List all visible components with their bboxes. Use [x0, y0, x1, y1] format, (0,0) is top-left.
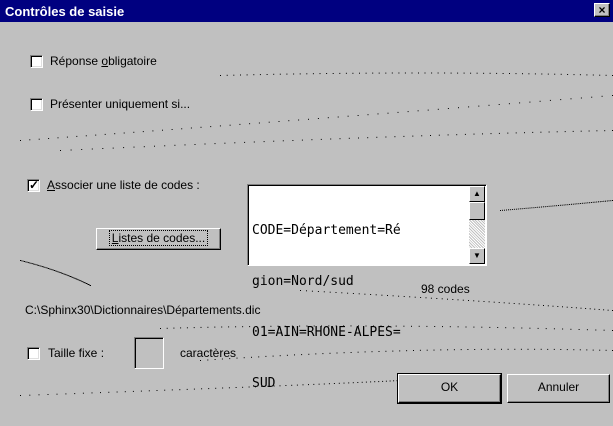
code-list-checkbox[interactable]: ✓ [27, 178, 40, 192]
close-icon: × [598, 3, 606, 17]
code-lists-button[interactable]: Listes de codes... [96, 228, 221, 250]
cancel-button[interactable]: Annuler [507, 374, 610, 403]
scroll-thumb[interactable] [469, 202, 485, 220]
checkmark-icon: ✓ [29, 178, 40, 192]
scroll-up-button[interactable]: ▲ [469, 186, 485, 202]
dictionary-path: C:\Sphinx30\Dictionnaires\Départements.d… [25, 303, 261, 317]
required-checkbox[interactable] [30, 55, 43, 68]
code-list-line: 01=AIN=RHONE-ALPES= [252, 325, 401, 340]
close-button[interactable]: × [594, 3, 610, 17]
conditional-label[interactable]: Présenter uniquement si... [50, 97, 190, 111]
vertical-scrollbar[interactable]: ▲ ▼ [469, 186, 485, 264]
scroll-down-button[interactable]: ▼ [469, 248, 485, 264]
window-title: Contrôles de saisie [5, 4, 125, 19]
code-list-line: CODE=Département=Ré [252, 223, 401, 238]
code-list-label[interactable]: Associer une liste de codes : [47, 178, 200, 192]
code-count: 98 codes [421, 282, 470, 296]
fixed-size-unit: caractères [180, 346, 237, 360]
fixed-size-checkbox[interactable] [27, 347, 40, 360]
ok-button[interactable]: OK [397, 373, 502, 404]
fixed-size-label[interactable]: Taille fixe : [48, 346, 104, 360]
arrow-up-icon: ▲ [473, 189, 481, 198]
fixed-size-input[interactable] [134, 337, 164, 369]
required-label[interactable]: Réponse obligatoire [50, 54, 157, 68]
conditional-checkbox[interactable] [30, 98, 43, 111]
title-bar: Contrôles de saisie × [0, 0, 613, 22]
code-list-box[interactable]: CODE=Département=Ré gion=Nord/sud 01=AIN… [247, 184, 487, 391]
arrow-down-icon: ▼ [473, 251, 481, 260]
